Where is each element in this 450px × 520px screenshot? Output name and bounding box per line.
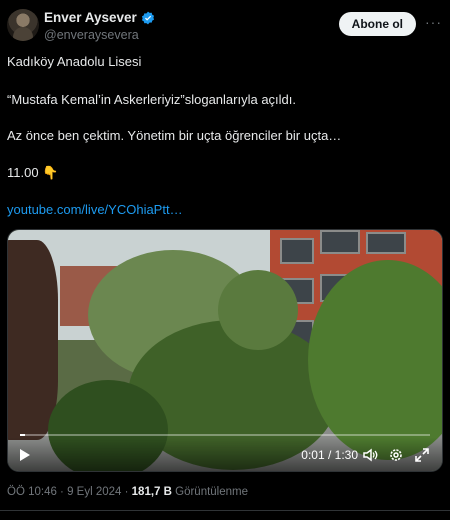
view-label: Görüntülenme bbox=[171, 486, 249, 498]
follow-button[interactable]: Abone ol bbox=[338, 12, 416, 36]
tweet-timestamp[interactable]: ÖÖ 10:46 · 9 Eyl 2024 · bbox=[7, 486, 132, 498]
video-progress-fill bbox=[20, 434, 25, 436]
tweet-text-line-4: 11.00 👇 bbox=[7, 165, 59, 180]
avatar[interactable] bbox=[7, 9, 39, 41]
fullscreen-icon[interactable] bbox=[414, 447, 430, 463]
tweet-header: Enver Aysever @enveraysevera Abone ol ··… bbox=[7, 8, 442, 44]
tweet-link[interactable]: youtube.com/live/YCOhiaPtt… bbox=[7, 202, 183, 218]
tweet-meta: ÖÖ 10:46 · 9 Eyl 2024 · 181,7 B Görüntül… bbox=[7, 486, 248, 498]
video-progress-bar[interactable] bbox=[20, 434, 430, 436]
volume-icon[interactable] bbox=[362, 447, 378, 463]
more-icon[interactable]: ··· bbox=[425, 14, 442, 30]
tweet-text-line-1: Kadıköy Anadolu Lisesi bbox=[7, 54, 142, 69]
video-time: 0:01 / 1:30 bbox=[301, 448, 358, 462]
divider bbox=[0, 510, 450, 511]
play-icon[interactable] bbox=[20, 449, 30, 461]
author-handle[interactable]: @enveraysevera bbox=[44, 28, 139, 42]
verified-badge-icon bbox=[141, 11, 154, 24]
tweet-text-line-2: “Mustafa Kemal’in Askerleriyiz”sloganlar… bbox=[7, 92, 296, 107]
author-name[interactable]: Enver Aysever bbox=[44, 10, 137, 25]
settings-gear-icon[interactable] bbox=[388, 447, 404, 463]
tweet-text-line-3: Az önce ben çektim. Yönetim bir uçta öğr… bbox=[7, 128, 342, 143]
view-count: 181,7 B bbox=[131, 486, 172, 498]
video-player[interactable]: 0:01 / 1:30 bbox=[7, 229, 443, 472]
author-name-row: Enver Aysever bbox=[44, 10, 155, 25]
